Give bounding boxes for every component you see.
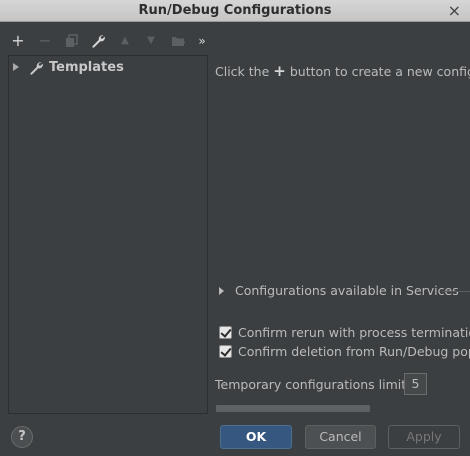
- new-folder-icon[interactable]: [168, 30, 188, 52]
- apply-button[interactable]: Apply: [388, 425, 460, 449]
- limit-label: Temporary configurations limit:: [215, 377, 411, 392]
- tree-item-label: Templates: [49, 60, 124, 75]
- copy-icon[interactable]: [62, 30, 82, 52]
- ok-button[interactable]: OK: [220, 425, 292, 449]
- configurations-tree[interactable]: Templates: [8, 55, 208, 414]
- checkbox-checked-icon[interactable]: [219, 345, 232, 358]
- expand-arrow-icon[interactable]: [13, 63, 19, 71]
- services-label: Configurations available in Services: [235, 283, 459, 298]
- plus-icon: +: [273, 62, 286, 80]
- confirm-deletion-label: Confirm deletion from Run/Debug popup: [238, 344, 470, 359]
- more-icon[interactable]: »: [192, 30, 212, 52]
- configurations-toolbar: + − ▲ ▼ »: [8, 30, 208, 52]
- separator-line: [442, 291, 470, 292]
- tree-item-templates[interactable]: Templates: [9, 58, 207, 78]
- confirm-rerun-label: Confirm rerun with process termination: [238, 325, 470, 340]
- hint-text-before: Click the: [215, 64, 270, 79]
- add-icon[interactable]: +: [8, 30, 28, 52]
- empty-hint: Click the+button to create a new configu…: [215, 62, 470, 80]
- expand-arrow-icon: [219, 287, 224, 295]
- hint-text-after: button to create a new configuration: [289, 64, 470, 79]
- title-bar: Run/Debug Configurations ×: [0, 0, 470, 22]
- move-down-icon[interactable]: ▼: [141, 30, 161, 52]
- close-icon[interactable]: ×: [448, 1, 461, 21]
- configuration-panel: Click the+button to create a new configu…: [208, 55, 470, 415]
- limit-input[interactable]: 5: [404, 373, 427, 395]
- horizontal-scrollbar[interactable]: [216, 405, 370, 412]
- remove-icon[interactable]: −: [35, 30, 55, 52]
- checkbox-checked-icon[interactable]: [219, 326, 232, 339]
- wrench-icon[interactable]: [88, 30, 108, 52]
- window-title: Run/Debug Configurations: [138, 3, 332, 18]
- help-button[interactable]: ?: [11, 426, 33, 448]
- move-up-icon[interactable]: ▲: [115, 30, 135, 52]
- wrench-icon: [29, 61, 43, 78]
- cancel-button[interactable]: Cancel: [305, 425, 376, 449]
